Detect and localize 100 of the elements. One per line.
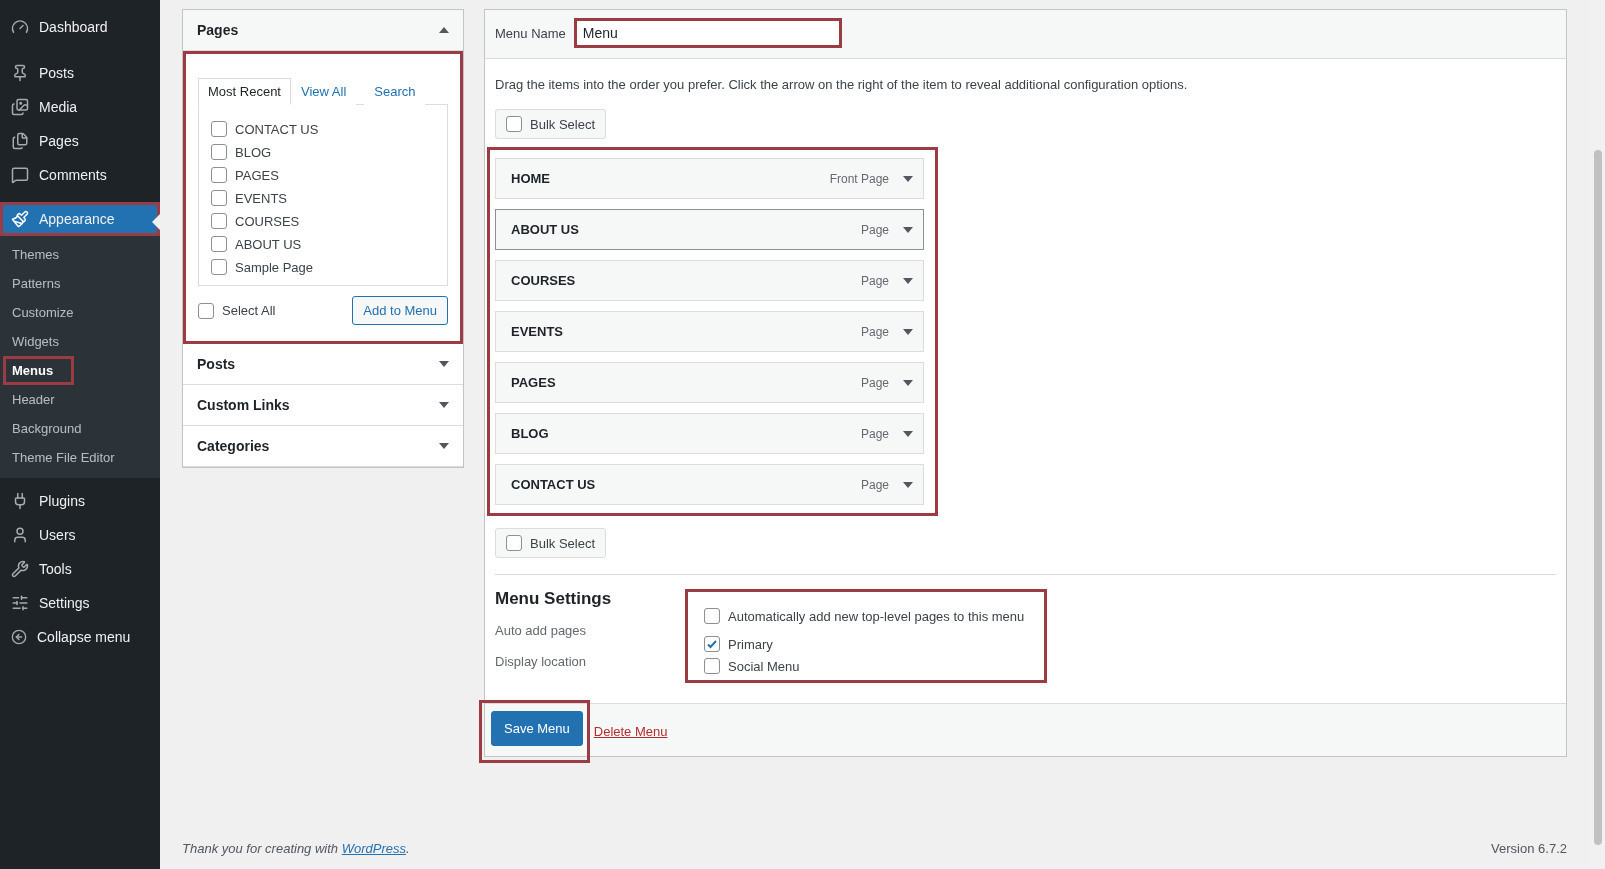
tab[interactable]: Most Recent [198, 78, 291, 105]
collapse-arrow-icon [439, 27, 449, 33]
sidebar-item[interactable]: Posts [0, 56, 160, 90]
checkbox[interactable] [211, 190, 227, 206]
expand-arrow-icon[interactable] [903, 175, 913, 182]
sidebar-item[interactable]: Appearance [0, 202, 160, 236]
section-header[interactable]: Pages [183, 10, 463, 51]
submenu-item[interactable]: Background [3, 414, 103, 443]
checkbox-label: Select All [222, 303, 276, 318]
setting-label: Auto add pages [495, 622, 588, 640]
sidebar-item[interactable]: Dashboard [0, 10, 160, 44]
menu-item-title: BLOG [511, 426, 549, 441]
sidebar-item[interactable]: Collapse menu [0, 620, 160, 654]
section-heading: Menu Settings [495, 589, 613, 609]
checkbox[interactable] [506, 116, 522, 132]
submenu-item[interactable]: Patterns [3, 269, 82, 298]
menu-name-field[interactable]: Menu [573, 18, 842, 48]
submenu-item[interactable]: Theme File Editor [3, 443, 136, 472]
checkbox[interactable] [704, 658, 720, 674]
menu-item-title: PAGES [511, 375, 556, 390]
submenu-item[interactable]: Themes [3, 240, 80, 269]
menu-item-title: COURSES [511, 273, 576, 288]
expand-arrow-icon[interactable] [903, 379, 913, 386]
menu-item-type: Page [860, 375, 889, 390]
menu-item-type: Page [860, 273, 889, 288]
checkbox-label: Social Menu [728, 658, 800, 674]
expand-arrow-icon[interactable] [903, 226, 913, 233]
checkbox[interactable] [198, 302, 214, 319]
expand-arrow-icon[interactable] [903, 430, 913, 437]
checkbox[interactable] [211, 144, 227, 160]
expand-arrow-icon[interactable] [903, 328, 913, 335]
sidebar-icon [11, 629, 27, 645]
checkbox-label: ABOUT US [235, 236, 302, 252]
menu-item-type: Front Page [829, 171, 889, 186]
sidebar-item[interactable]: Users [0, 518, 160, 552]
sidebar-icon [11, 98, 29, 116]
menu-item[interactable]: HOME Front Page [495, 158, 924, 199]
checkbox-label: COURSES [235, 213, 300, 229]
checkbox[interactable] [211, 236, 227, 252]
menu-item[interactable]: PAGES Page [495, 362, 924, 403]
checkbox[interactable] [211, 121, 227, 137]
field-label: Menu Name [495, 25, 566, 41]
menu-item-title: HOME [511, 171, 550, 186]
checkbox-label: EVENTS [235, 190, 287, 206]
setting-label: Display location [495, 653, 588, 671]
checkbox[interactable] [211, 167, 227, 183]
menu-item[interactable]: CONTACT US Page [495, 464, 924, 505]
expand-arrow-icon[interactable] [903, 277, 913, 284]
sidebar-icon [11, 560, 29, 578]
checkbox-label: Automatically add new top-level pages to this menu [728, 608, 1025, 624]
instructions-text: Drag the items into the order you prefer. Click the arrow on the right of the item to reveal additional configuration options. [495, 77, 1188, 92]
wordpress-link[interactable]: WordPress [341, 841, 406, 856]
sidebar-item[interactable]: Plugins [0, 484, 160, 518]
sidebar-icon [11, 18, 29, 36]
delete-menu-link[interactable]: Delete Menu [593, 724, 668, 739]
sidebar-icon [11, 64, 29, 82]
menu-item[interactable]: COURSES Page [495, 260, 924, 301]
menu-item-type: Page [860, 426, 889, 441]
checkbox[interactable] [211, 213, 227, 229]
submenu-item[interactable]: Header [3, 385, 76, 414]
menu-item[interactable]: BLOG Page [495, 413, 924, 454]
menu-item-type: Page [860, 477, 889, 492]
menu-item-type: Page [860, 324, 889, 339]
bulk-select-button[interactable]: Bulk Select [495, 109, 607, 139]
checkbox[interactable] [211, 259, 227, 275]
version-text: Version 6.7.2 [1491, 841, 1567, 856]
expand-arrow-icon [439, 443, 449, 449]
sidebar-icon [11, 594, 29, 612]
sidebar-item[interactable]: Settings [0, 586, 160, 620]
checkbox-label: BLOG [235, 144, 272, 160]
submenu-item[interactable]: Menus [3, 356, 75, 385]
submenu-item[interactable]: Widgets [3, 327, 80, 356]
footer-credit: Thank you for creating with WordPress. [182, 841, 410, 856]
scrollbar-thumb[interactable] [1594, 150, 1602, 845]
save-menu-button[interactable]: Save Menu [491, 711, 583, 746]
sidebar-icon [11, 166, 29, 184]
sidebar-item[interactable]: Tools [0, 552, 160, 586]
submenu-item[interactable]: Customize [3, 298, 95, 327]
expand-arrow-icon[interactable] [903, 481, 913, 488]
expand-arrow-icon [439, 402, 449, 408]
checkbox-label: CONTACT US [235, 121, 319, 137]
bulk-select-button[interactable]: Bulk Select [495, 528, 607, 558]
checkbox[interactable] [704, 636, 720, 652]
sidebar-icon [11, 132, 29, 150]
sidebar-item[interactable]: Pages [0, 124, 160, 158]
expand-arrow-icon [439, 361, 449, 367]
menu-item-type: Page [860, 222, 889, 237]
checkbox[interactable] [506, 535, 522, 551]
sidebar-icon [11, 526, 29, 544]
sidebar-item[interactable]: Media [0, 90, 160, 124]
checkbox-label: Sample Page [235, 259, 314, 275]
checkbox-label: Primary [728, 636, 773, 652]
sidebar-item[interactable]: Comments [0, 158, 160, 192]
sidebar-icon [11, 210, 29, 228]
add-to-menu-button[interactable]: Add to Menu [352, 296, 448, 325]
menu-item[interactable]: EVENTS Page [495, 311, 924, 352]
checkbox-label: PAGES [235, 167, 279, 183]
checkbox[interactable] [704, 608, 720, 624]
menu-item-title: CONTACT US [511, 477, 596, 492]
menu-item[interactable]: ABOUT US Page [495, 209, 924, 250]
